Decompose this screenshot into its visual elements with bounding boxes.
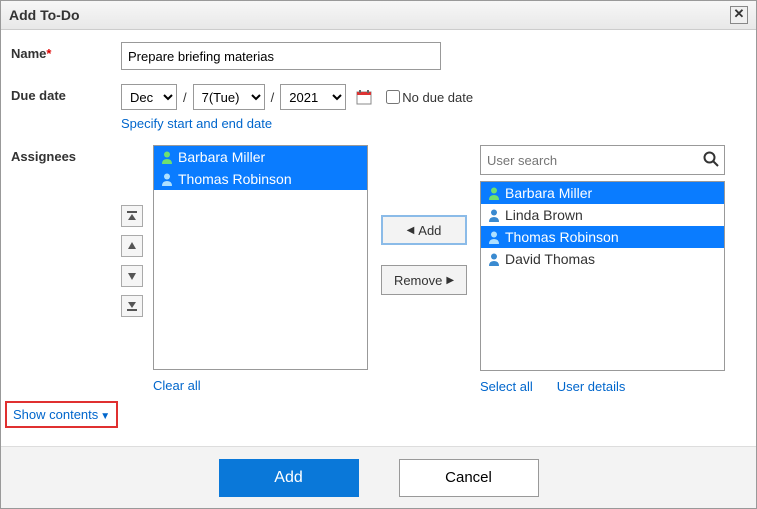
user-icon	[487, 208, 501, 222]
list-item[interactable]: Barbara Miller	[154, 146, 367, 168]
assigned-listbox[interactable]: Barbara Miller Thomas Robinson	[153, 145, 368, 370]
list-item[interactable]: Thomas Robinson	[481, 226, 724, 248]
clear-all-link[interactable]: Clear all	[153, 378, 201, 393]
close-button[interactable]: ✕	[730, 6, 748, 24]
calendar-icon[interactable]	[356, 89, 372, 105]
search-icon[interactable]	[703, 151, 719, 167]
triangle-left-icon: ◀	[407, 225, 415, 236]
user-search-input[interactable]	[480, 145, 725, 175]
no-due-date-wrap[interactable]: No due date	[386, 90, 473, 105]
reorder-controls	[121, 145, 147, 394]
add-button[interactable]: Add	[219, 459, 359, 497]
list-item[interactable]: Thomas Robinson	[154, 168, 367, 190]
no-due-date-checkbox[interactable]	[386, 90, 400, 104]
move-up-button[interactable]	[121, 235, 143, 257]
show-contents-highlight: Show contents▼	[5, 401, 118, 428]
name-label: Name*	[11, 42, 121, 61]
dialog-footer: Add Cancel	[1, 446, 756, 508]
cancel-button[interactable]: Cancel	[399, 459, 539, 497]
assignees-label: Assignees	[11, 145, 121, 164]
specify-dates-link[interactable]: Specify start and end date	[121, 116, 272, 131]
triangle-right-icon: ▶	[446, 275, 454, 286]
add-todo-dialog: Add To-Do ✕ Name* Due date Dec / 7(Tue) …	[0, 0, 757, 509]
user-icon	[487, 252, 501, 266]
user-name: Linda Brown	[505, 207, 583, 223]
day-select[interactable]: 7(Tue)	[193, 84, 265, 110]
year-select[interactable]: 2021	[280, 84, 346, 110]
list-item[interactable]: Linda Brown	[481, 204, 724, 226]
user-icon	[487, 186, 501, 200]
user-icon	[160, 172, 174, 186]
month-select[interactable]: Dec	[121, 84, 177, 110]
dialog-content: Name* Due date Dec / 7(Tue) / 2021	[1, 30, 756, 394]
show-contents-link[interactable]: Show contents▼	[13, 407, 110, 422]
list-item[interactable]: David Thomas	[481, 248, 724, 270]
move-top-button[interactable]	[121, 205, 143, 227]
name-input[interactable]	[121, 42, 441, 70]
user-name: David Thomas	[505, 251, 595, 267]
user-icon	[160, 150, 174, 164]
dialog-title: Add To-Do	[9, 7, 80, 23]
due-date-row: Due date Dec / 7(Tue) / 2021 No due date	[11, 84, 746, 131]
due-date-label: Due date	[11, 84, 121, 103]
user-icon	[487, 230, 501, 244]
user-details-link[interactable]: User details	[557, 379, 626, 394]
move-bottom-button[interactable]	[121, 295, 143, 317]
user-name: Thomas Robinson	[505, 229, 619, 245]
select-all-link[interactable]: Select all	[480, 379, 533, 394]
titlebar: Add To-Do ✕	[1, 1, 756, 30]
user-name: Barbara Miller	[505, 185, 592, 201]
list-item[interactable]: Barbara Miller	[481, 182, 724, 204]
chevron-down-icon: ▼	[100, 411, 110, 422]
user-name: Thomas Robinson	[178, 171, 292, 187]
available-listbox[interactable]: Barbara Miller Linda Brown Thomas Robinson…	[480, 181, 725, 371]
remove-assignee-button[interactable]: Remove ▶	[381, 265, 467, 295]
name-row: Name*	[11, 42, 746, 70]
user-name: Barbara Miller	[178, 149, 265, 165]
add-assignee-button[interactable]: ◀ Add	[381, 215, 467, 245]
move-down-button[interactable]	[121, 265, 143, 287]
assignees-row: Assignees Barbara MillerThomas Robinson …	[11, 145, 746, 394]
required-mark: *	[46, 46, 51, 61]
